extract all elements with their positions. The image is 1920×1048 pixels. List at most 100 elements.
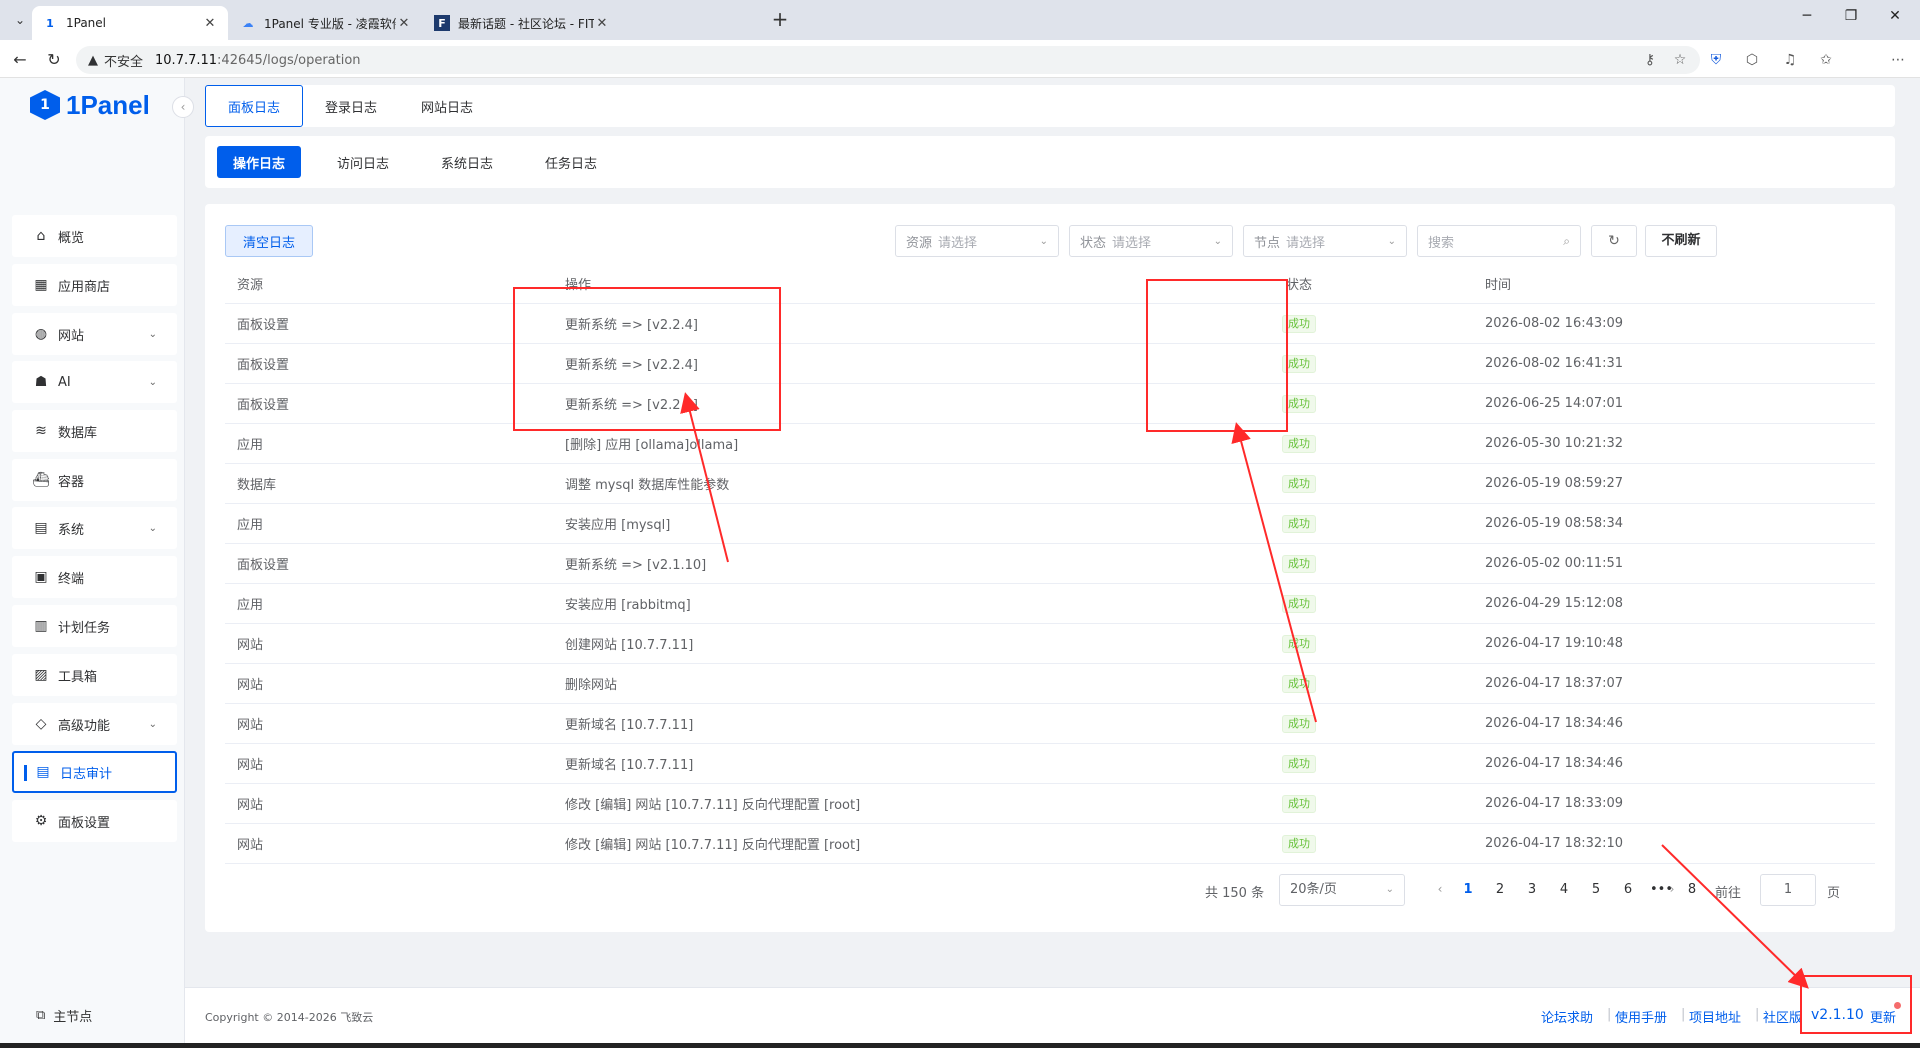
no-refresh-button[interactable]: 不刷新 bbox=[1645, 225, 1717, 257]
search-input[interactable]: 搜索 ⌕ bbox=[1417, 225, 1581, 257]
status-badge: 成功 bbox=[1282, 514, 1316, 533]
community-edition-link[interactable]: 社区版 bbox=[1763, 1007, 1802, 1026]
media-icon[interactable]: ♫ bbox=[1780, 50, 1800, 70]
more-menu-icon[interactable]: ⋯ bbox=[1888, 50, 1908, 70]
log-table-card: 清空日志 资源 请选择 ⌄ 状态 请选择 ⌄ 节点 请选择 ⌄ 搜索 ⌕ ↻ 不… bbox=[205, 204, 1895, 932]
cell-resource: 应用 bbox=[237, 518, 264, 533]
url-input[interactable]: ▲ 不安全 10.7.7.11:42645/logs/operation bbox=[76, 46, 1700, 74]
table-row: 网站 修改 [编辑] 网站 [10.7.7.11] 反向代理配置 [root] 成功… bbox=[225, 784, 1875, 824]
close-tab-icon[interactable]: ✕ bbox=[396, 16, 412, 31]
sidebar-item[interactable]: ⚙ 面板设置 bbox=[12, 800, 177, 842]
goto-page-input[interactable]: 1 bbox=[1760, 874, 1816, 906]
minimize-icon[interactable]: ─ bbox=[1792, 8, 1822, 32]
project-link[interactable]: 项目地址 bbox=[1689, 1007, 1741, 1026]
page-number[interactable]: 6 bbox=[1618, 882, 1638, 897]
cell-resource: 面板设置 bbox=[237, 398, 290, 413]
restore-icon[interactable]: ❐ bbox=[1836, 8, 1866, 32]
cell-status: 成功 bbox=[1145, 714, 1453, 733]
goto-label: 前往 bbox=[1715, 886, 1742, 901]
new-tab-icon[interactable]: + bbox=[768, 8, 792, 32]
cell-status: 成功 bbox=[1145, 794, 1453, 813]
close-tab-icon[interactable]: ✕ bbox=[594, 16, 610, 31]
logo: 1 1Panel bbox=[30, 88, 150, 122]
browser-tab-bar: ⌄ 1 1Panel ✕ ☁ 1Panel 专业版 - 凌霞软件 ✕ F 最新话… bbox=[0, 0, 1920, 40]
page-number[interactable]: 5 bbox=[1586, 882, 1606, 897]
key-icon[interactable]: ⚷ bbox=[1640, 50, 1660, 70]
tab-task-logs[interactable]: 任务日志 bbox=[529, 146, 613, 178]
prev-page-icon[interactable]: ‹ bbox=[1430, 882, 1450, 896]
cell-resource: 面板设置 bbox=[237, 558, 290, 573]
sidebar-item[interactable]: ◇ 高级功能 ⌄ bbox=[12, 703, 177, 745]
cell-resource: 应用 bbox=[237, 598, 264, 613]
version-label[interactable]: v2.1.10 bbox=[1811, 1007, 1864, 1023]
sidebar-item[interactable]: ◍ 网站 ⌄ bbox=[12, 313, 177, 355]
tab-access-logs[interactable]: 访问日志 bbox=[321, 146, 405, 178]
close-window-icon[interactable]: ✕ bbox=[1880, 8, 1910, 32]
cell-status: 成功 bbox=[1145, 514, 1453, 533]
table-row: 应用 安装应用 [rabbitmq] 成功 2026-04-29 15:12:08 bbox=[225, 584, 1875, 624]
update-link[interactable]: 更新 bbox=[1870, 1007, 1896, 1026]
sidebar-item[interactable]: ☗ AI ⌄ bbox=[12, 361, 177, 403]
next-page-icon[interactable]: › bbox=[1662, 882, 1682, 896]
1panel-favicon-icon: 1 bbox=[46, 16, 54, 30]
cell-time: 2026-05-30 10:21:32 bbox=[1485, 436, 1624, 451]
chevron-down-icon: ⌄ bbox=[148, 328, 157, 340]
node-switcher[interactable]: ⧉ 主节点 bbox=[36, 1006, 92, 1025]
filter-label: 状态 bbox=[1080, 235, 1107, 251]
app-root: 1 1Panel ‹ ⌂ 概览 ▦ 应用商店 ◍ 网站 ⌄ ☗ AI ⌄ ≋ 数据库 ⛴ 容器 ▤ 系统 ⌄ ▣ 终… bbox=[0, 78, 1920, 1043]
clear-logs-button[interactable]: 清空日志 bbox=[225, 225, 313, 257]
sidebar-item[interactable]: ▣ 终端 bbox=[12, 556, 177, 598]
star-icon[interactable]: ☆ bbox=[1670, 50, 1690, 70]
filter-placeholder: 请选择 bbox=[938, 235, 978, 251]
sidebar-item[interactable]: ▦ 应用商店 bbox=[12, 264, 177, 306]
page-number[interactable]: 4 bbox=[1554, 882, 1574, 897]
cell-operation: 修改 [编辑] 网站 [10.7.7.11] 反向代理配置 [root] bbox=[565, 838, 861, 853]
cell-operation: 调整 mysql 数据库性能参数 bbox=[565, 478, 730, 493]
extensions-icon[interactable]: ⬡ bbox=[1742, 50, 1762, 70]
url-host: 10.7.7.11 bbox=[155, 52, 218, 68]
sidebar-item[interactable]: ▨ 工具箱 bbox=[12, 654, 177, 696]
cell-time: 2026-04-17 18:34:46 bbox=[1485, 756, 1624, 771]
page-number[interactable]: 8 bbox=[1682, 882, 1702, 897]
refresh-button[interactable]: ↻ bbox=[1591, 225, 1637, 257]
tab-panel-logs[interactable]: 面板日志 bbox=[205, 85, 304, 127]
sidebar-item[interactable]: ⌂ 概览 bbox=[12, 215, 177, 257]
bitwarden-icon[interactable]: ⛨ bbox=[1706, 50, 1726, 70]
tab-website-logs[interactable]: 网站日志 bbox=[399, 85, 495, 127]
tab-login-logs[interactable]: 登录日志 bbox=[303, 85, 399, 127]
table-row: 应用 安装应用 [mysql] 成功 2026-05-19 08:58:34 bbox=[225, 504, 1875, 544]
total-count: 共 150 条 bbox=[1205, 886, 1265, 901]
resource-filter-select[interactable]: 资源 请选择 ⌄ bbox=[895, 225, 1059, 257]
status-filter-select[interactable]: 状态 请选择 ⌄ bbox=[1069, 225, 1233, 257]
sidebar-item[interactable]: ⛴ 容器 bbox=[12, 459, 177, 501]
sidebar-item[interactable]: ▤ 系统 ⌄ bbox=[12, 507, 177, 549]
close-tab-icon[interactable]: ✕ bbox=[202, 16, 218, 31]
forum-help-link[interactable]: 论坛求助 bbox=[1541, 1007, 1593, 1026]
browser-tab-pro[interactable]: ☁ 1Panel 专业版 - 凌霞软件 ✕ bbox=[230, 6, 422, 40]
sub-tab-bar: 操作日志 访问日志 系统日志 任务日志 bbox=[205, 136, 1895, 188]
sidebar-item[interactable]: ≋ 数据库 bbox=[12, 410, 177, 452]
sidebar-item[interactable]: ▥ 计划任务 bbox=[12, 605, 177, 647]
tab-title: 1Panel 专业版 - 凌霞软件 bbox=[264, 16, 396, 31]
page-number[interactable]: 3 bbox=[1522, 882, 1542, 897]
back-icon[interactable]: ← bbox=[8, 48, 32, 72]
page-number[interactable]: 2 bbox=[1490, 882, 1510, 897]
reload-icon[interactable]: ↻ bbox=[42, 48, 66, 72]
cell-operation: 删除网站 bbox=[565, 678, 618, 693]
user-manual-link[interactable]: 使用手册 bbox=[1615, 1007, 1667, 1026]
favorites-icon[interactable]: ✩ bbox=[1816, 50, 1836, 70]
node-filter-select[interactable]: 节点 请选择 ⌄ bbox=[1243, 225, 1407, 257]
sidebar-item[interactable]: ▤ 日志审计 bbox=[12, 751, 177, 793]
tab-operation-logs[interactable]: 操作日志 bbox=[217, 146, 302, 178]
refresh-icon: ↻ bbox=[1608, 233, 1620, 249]
browser-tab-1panel[interactable]: 1 1Panel ✕ bbox=[32, 6, 228, 40]
page-number[interactable]: 1 bbox=[1458, 882, 1478, 897]
url-path: :42645/logs/operation bbox=[217, 52, 361, 68]
tab-search-icon[interactable]: ⌄ bbox=[8, 8, 32, 32]
tab-system-logs[interactable]: 系统日志 bbox=[425, 146, 509, 178]
cell-status: 成功 bbox=[1145, 474, 1453, 493]
top-tab-bar: 面板日志 登录日志 网站日志 bbox=[205, 85, 1895, 127]
browser-tab-forum[interactable]: F 最新话题 - 社区论坛 - FIT2CLOUD ✕ bbox=[424, 6, 620, 40]
page-size-select[interactable]: 20条/页 ⌄ bbox=[1279, 874, 1405, 906]
cell-time: 2026-04-17 18:37:07 bbox=[1485, 676, 1624, 691]
